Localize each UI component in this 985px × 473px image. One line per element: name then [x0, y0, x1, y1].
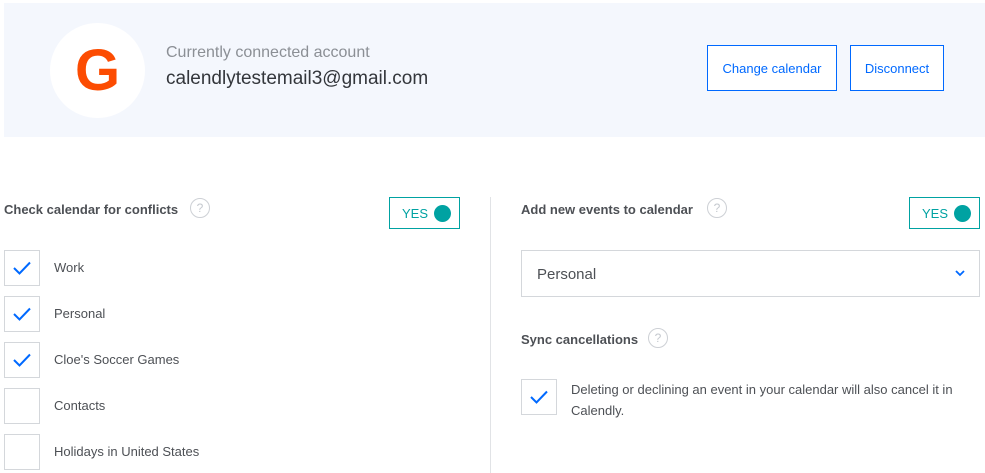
conflicts-help-icon[interactable]: ? — [190, 198, 210, 218]
add-events-toggle[interactable]: YES — [909, 197, 980, 229]
sync-cancellations-checkbox[interactable] — [521, 379, 557, 415]
chevron-down-icon — [955, 270, 965, 277]
check-conflicts-title: Check calendar for conflicts — [4, 202, 179, 217]
add-events-help-icon[interactable]: ? — [707, 198, 727, 218]
checkmark-icon — [13, 261, 31, 275]
sync-help-icon[interactable]: ? — [648, 328, 668, 348]
selected-calendar-value: Personal — [537, 266, 597, 283]
column-divider — [490, 197, 491, 473]
calendar-row-contacts: Contacts — [4, 388, 444, 426]
calendar-label: Personal — [54, 306, 106, 321]
calendar-label: Contacts — [54, 398, 106, 413]
sync-cancellations-description: Deleting or declining an event in your c… — [571, 382, 953, 418]
calendar-label: Holidays in United States — [54, 444, 200, 459]
disconnect-button[interactable]: Disconnect — [850, 45, 944, 91]
connected-account-panel: G Currently connected account calendlyte… — [4, 3, 985, 137]
add-events-toggle-label: YES — [922, 205, 949, 221]
checkmark-icon — [13, 307, 31, 321]
add-events-title: Add new events to calendar — [521, 202, 693, 217]
calendar-row-work: Work — [4, 250, 444, 288]
connected-account-caption: Currently connected account — [166, 44, 370, 61]
calendar-checkbox-holidays[interactable] — [4, 434, 40, 470]
google-avatar: G — [50, 23, 145, 118]
calendar-label: Cloe's Soccer Games — [54, 352, 180, 367]
conflicts-toggle[interactable]: YES — [389, 197, 460, 229]
sync-cancellations-title: Sync cancellations — [521, 332, 639, 347]
google-logo-icon: G — [74, 37, 121, 103]
calendar-select-dropdown[interactable]: Personal — [521, 250, 980, 297]
checkmark-icon — [13, 353, 31, 367]
calendar-row-personal: Personal — [4, 296, 444, 334]
calendar-row-soccer: Cloe's Soccer Games — [4, 342, 444, 380]
checkmark-icon — [530, 390, 548, 404]
calendar-checkbox-personal[interactable] — [4, 296, 40, 332]
connected-account-email: calendlytestemail3@gmail.com — [166, 68, 429, 89]
conflicts-toggle-label: YES — [402, 205, 429, 221]
calendar-checkbox-contacts[interactable] — [4, 388, 40, 424]
toggle-knob-icon — [954, 204, 971, 222]
calendar-row-holidays: Holidays in United States — [4, 434, 444, 472]
calendar-checkbox-soccer[interactable] — [4, 342, 40, 378]
toggle-knob-icon — [434, 204, 451, 222]
calendar-label: Work — [54, 260, 85, 275]
calendar-checkbox-work[interactable] — [4, 250, 40, 286]
change-calendar-button[interactable]: Change calendar — [707, 45, 837, 91]
